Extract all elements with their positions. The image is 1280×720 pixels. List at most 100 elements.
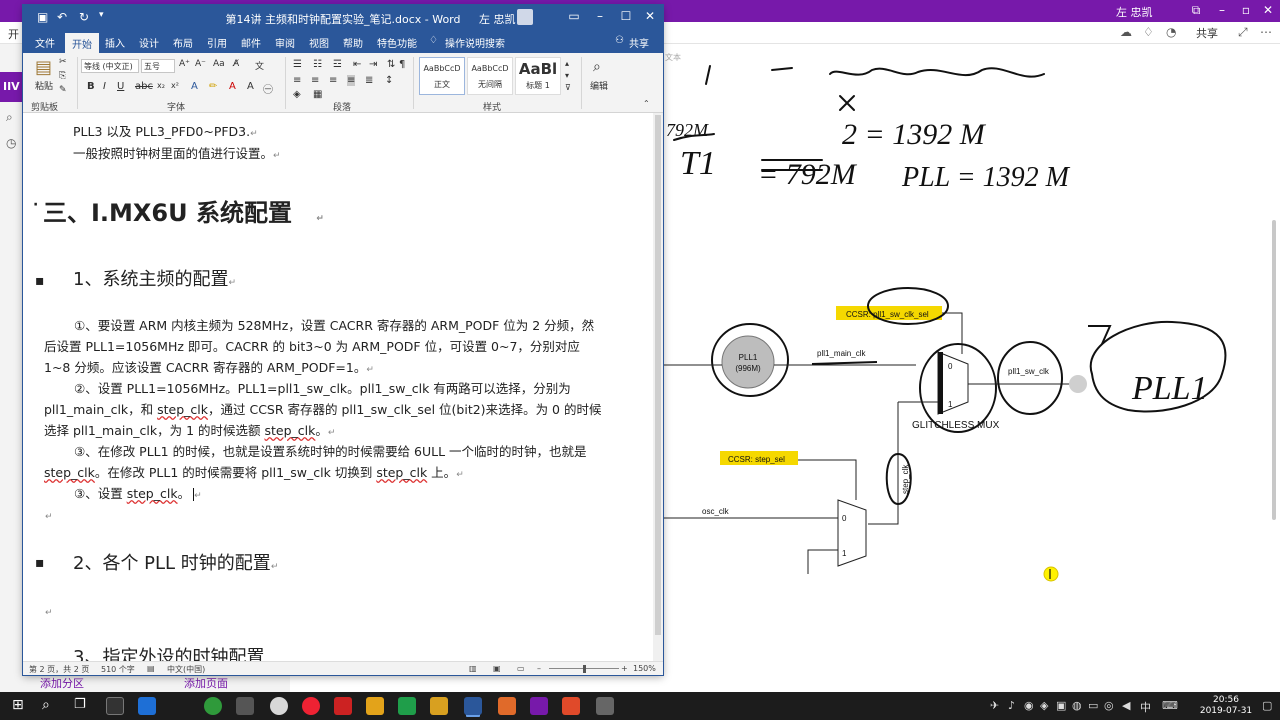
cut-icon[interactable]: ✂ <box>59 57 67 67</box>
fullscreen-icon[interactable]: ⤢ <box>1238 25 1248 40</box>
sort-icon[interactable]: ⇅ <box>387 59 395 70</box>
copy-icon[interactable]: ⎘ <box>59 71 66 81</box>
folder-app-icon[interactable] <box>366 697 384 715</box>
line-spacing-icon[interactable]: ↕ <box>385 75 393 86</box>
battery-icon[interactable]: ▭ <box>1088 699 1098 712</box>
borders-icon[interactable]: ▦ <box>313 89 322 100</box>
word-count[interactable]: 510 个字 <box>101 664 135 675</box>
strikethrough-button[interactable]: abc <box>135 81 153 92</box>
page-count[interactable]: 第 2 页，共 2 页 <box>29 664 89 675</box>
multilevel-icon[interactable]: ☲ <box>333 59 342 70</box>
sync-icon[interactable]: ☁ <box>1120 25 1132 39</box>
tab-insert[interactable]: 插入 <box>105 35 125 50</box>
bold-button[interactable]: B <box>87 81 95 92</box>
ribbon-display-icon[interactable]: ▭ <box>563 9 585 23</box>
add-page-button[interactable]: 添加页面 <box>184 675 228 691</box>
tab-design[interactable]: 设计 <box>139 35 159 50</box>
notifications-icon[interactable]: ▢ <box>1262 699 1272 712</box>
font-color-icon[interactable]: A <box>229 81 236 92</box>
language-indicator[interactable]: 中文(中国) <box>167 664 205 675</box>
avatar[interactable] <box>517 9 533 25</box>
minimize-icon[interactable]: – <box>1212 3 1232 17</box>
minimize-icon[interactable]: – <box>589 9 611 23</box>
more-icon[interactable]: ⋯ <box>1260 25 1272 39</box>
numbering-icon[interactable]: ☷ <box>313 59 322 70</box>
app-icon[interactable] <box>430 697 448 715</box>
styles-scroll-down-icon[interactable]: ▾ <box>565 71 569 80</box>
align-left-icon[interactable]: ≡ <box>293 75 301 86</box>
read-mode-icon[interactable]: ▥ <box>469 664 477 673</box>
tab-review[interactable]: 审阅 <box>275 35 295 50</box>
format-painter-icon[interactable]: ✎ <box>59 85 67 95</box>
mic-icon[interactable]: ♪ <box>1008 699 1015 712</box>
align-center-icon[interactable]: ≡ <box>311 75 319 86</box>
tray-app-icon[interactable]: ◍ <box>1072 699 1082 712</box>
netease-app-icon[interactable] <box>302 697 320 715</box>
tab-file[interactable]: 文件 <box>35 35 55 50</box>
document-scrollbar[interactable] <box>653 113 663 661</box>
search-icon[interactable]: ⌕ <box>6 110 13 125</box>
shrink-font-icon[interactable]: A⁻ <box>195 59 206 69</box>
lightbulb-icon[interactable]: ♢ <box>1143 25 1154 39</box>
edge-app-icon[interactable] <box>138 697 156 715</box>
tab-view[interactable]: 视图 <box>309 35 329 50</box>
font-size-select[interactable]: 五号 <box>141 59 175 73</box>
word-user[interactable]: 左 忠凯 <box>479 11 516 27</box>
char-shading-icon[interactable]: A <box>247 81 254 92</box>
wechat-app-icon[interactable] <box>204 697 222 715</box>
decrease-indent-icon[interactable]: ⇤ <box>353 59 361 70</box>
volume-icon[interactable]: ◀ <box>1122 699 1130 712</box>
enclose-char-icon[interactable]: ㊀ <box>263 81 273 96</box>
close-icon[interactable]: ✕ <box>639 9 661 23</box>
web-layout-icon[interactable]: ▭ <box>517 664 525 673</box>
print-layout-icon[interactable]: ▣ <box>493 664 501 673</box>
justify-icon[interactable]: ≡ <box>347 75 356 86</box>
tab-layout[interactable]: 布局 <box>173 35 193 50</box>
notebook-tab[interactable]: IIV <box>0 72 24 102</box>
add-section-button[interactable]: 添加分区 <box>40 675 84 691</box>
paste-icon[interactable]: ▤ <box>35 57 52 78</box>
share-button[interactable]: 共享 <box>629 35 649 50</box>
tab-features[interactable]: 特色功能 <box>377 35 417 50</box>
document-page[interactable]: PLL3 以及 PLL3_PFD0~PFD3.↵ 一般按照时钟树里面的值进行设置… <box>23 113 653 661</box>
tab-home[interactable]: 开始 <box>65 33 99 53</box>
onenote-user[interactable]: 左 忠凯 <box>1116 4 1153 20</box>
proofing-icon[interactable]: ▤ <box>147 664 155 673</box>
maximize-icon[interactable]: ▫ <box>1236 3 1256 17</box>
font-name-select[interactable]: 等线 (中文正) <box>81 59 139 73</box>
find-icon[interactable]: ⌕ <box>593 59 601 75</box>
underline-button[interactable]: U <box>117 81 124 92</box>
tab-references[interactable]: 引用 <box>207 35 227 50</box>
zoom-out-icon[interactable]: – <box>537 664 541 673</box>
subscript-button[interactable]: x₂ <box>157 81 165 90</box>
phonetic-icon[interactable]: 文 <box>255 59 264 72</box>
scroll-thumb[interactable] <box>655 115 661 635</box>
styles-more-icon[interactable]: ⊽ <box>565 83 571 92</box>
italic-button[interactable]: I <box>103 81 106 92</box>
superscript-button[interactable]: x² <box>171 81 179 90</box>
app-icon[interactable] <box>398 697 416 715</box>
onenote-app-icon[interactable] <box>530 697 548 715</box>
grow-font-icon[interactable]: A⁺ <box>179 59 190 69</box>
styles-scroll-up-icon[interactable]: ▴ <box>565 59 569 68</box>
zoom-slider-thumb[interactable] <box>583 665 586 673</box>
show-marks-icon[interactable]: ¶ <box>399 59 405 70</box>
distributed-icon[interactable]: ≣ <box>365 75 373 86</box>
tell-me-search[interactable]: 操作说明搜索 <box>445 35 505 50</box>
collapse-ribbon-icon[interactable]: ⌃ <box>643 99 650 108</box>
word-app-icon[interactable] <box>464 697 482 715</box>
tray-app-icon[interactable]: ✈ <box>990 699 999 712</box>
maximize-icon[interactable]: ☐ <box>615 9 637 23</box>
calculator-app-icon[interactable] <box>596 697 614 715</box>
zoom-in-icon[interactable]: + <box>621 664 628 673</box>
increase-indent-icon[interactable]: ⇥ <box>369 59 377 70</box>
nvidia-icon[interactable]: ▣ <box>1056 699 1066 712</box>
shading-icon[interactable]: ◈ <box>293 89 301 100</box>
app-icon[interactable] <box>334 697 352 715</box>
app-icon[interactable] <box>236 697 254 715</box>
align-right-icon[interactable]: ≡ <box>329 75 337 86</box>
highlight-icon[interactable]: ✏ <box>209 81 217 92</box>
editing-button[interactable]: 编辑 <box>590 79 608 92</box>
camera-app-icon[interactable] <box>106 697 124 715</box>
tab-mailings[interactable]: 邮件 <box>241 35 261 50</box>
